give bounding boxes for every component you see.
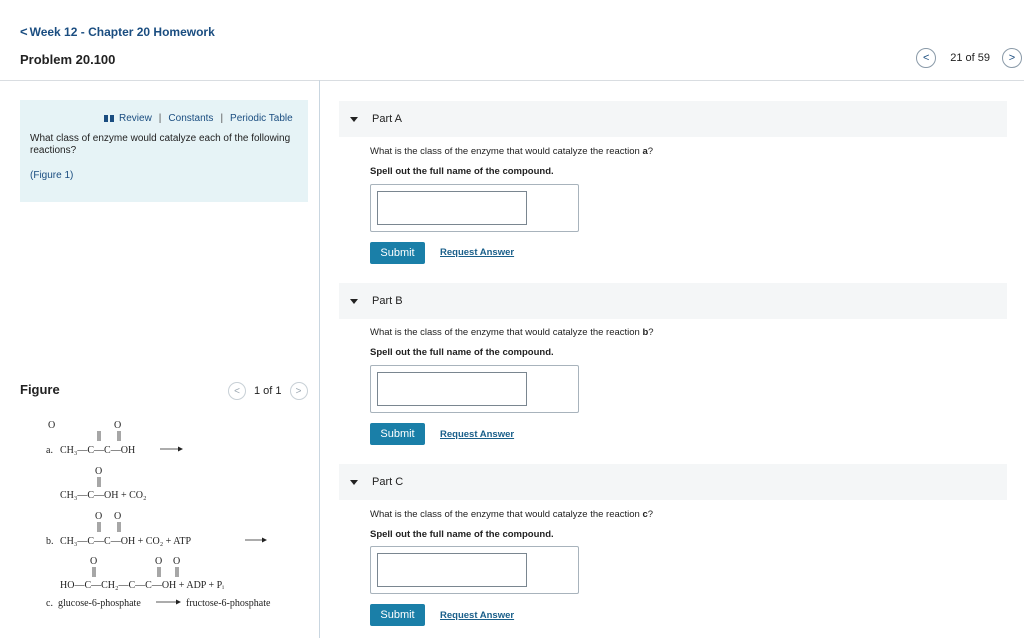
part-label: Part C [372,476,404,488]
resource-links: Review | Constants | Periodic Table [104,113,293,124]
review-link[interactable]: Review [119,113,152,124]
figure-pager: < 1 of 1 > [228,382,308,400]
carbonyl-oxygen: O [114,420,121,431]
part-c-answer-area [370,546,579,594]
figure-title: Figure [20,382,60,397]
chevron-left-icon: < [234,385,240,397]
problem-pager: < 21 of 59 > [916,48,1022,68]
part-a-answer-input[interactable] [377,191,527,225]
reaction-b-reactant: CH₃—C—C—OH + CO₂ + ATP [60,536,191,547]
part-b-instruction: Spell out the full name of the compound. [370,347,554,358]
next-figure-button[interactable]: > [289,382,308,400]
reaction-a-product: CH₃—C—OH + CO₂ [60,490,147,501]
part-b-question: What is the class of the enzyme that wou… [370,327,654,338]
header-divider [0,80,1024,81]
part-a-header[interactable]: Part A [339,101,1007,137]
part-c-question: What is the class of the enzyme that wou… [370,509,654,520]
part-a-question: What is the class of the enzyme that wou… [370,146,654,157]
constants-link[interactable]: Constants [168,113,213,124]
link-separator: | [158,113,162,124]
part-label: Part A [372,113,402,125]
part-b-answer-input[interactable] [377,372,527,406]
previous-problem-button[interactable]: < [916,48,937,68]
carbonyl-oxygen: O [114,511,121,522]
chevron-left-icon: < [20,24,28,39]
chevron-right-icon: > [295,385,302,397]
reaction-c-reactant: glucose-6-phosphate [58,598,141,609]
periodic-table-link[interactable]: Periodic Table [230,113,293,124]
link-separator: | [220,113,224,124]
carbonyl-oxygen: O [95,466,102,477]
reaction-a-label: a. [46,445,53,456]
reaction-c-product: fructose-6-phosphate [186,598,271,609]
part-c-request-answer-link[interactable]: Request Answer [440,610,514,621]
reaction-figure: O O a. CH₃—C—C—OH O CH₃—C—OH + CO₂ O O b… [46,420,271,609]
carbonyl-oxygen: O [90,556,97,567]
back-link-label: Week 12 - Chapter 20 Homework [29,24,215,39]
part-b-submit-button[interactable]: Submit [370,423,425,445]
intro-panel: Review | Constants | Periodic Table What… [20,100,308,202]
next-problem-button[interactable]: > [1002,48,1022,68]
part-b-request-answer-link[interactable]: Request Answer [440,429,514,440]
chevron-right-icon: > [1008,52,1016,64]
problem-prompt: What class of enzyme would catalyze each… [30,133,291,156]
part-a-submit-button[interactable]: Submit [370,242,425,264]
part-label: Part B [372,295,403,307]
caret-down-icon [350,298,358,304]
book-icon [104,115,114,122]
part-c-submit-button[interactable]: Submit [370,604,425,626]
part-b-header[interactable]: Part B [339,283,1007,319]
part-a-instruction: Spell out the full name of the compound. [370,166,554,177]
carbonyl-oxygen: O [173,556,180,567]
part-c-instruction: Spell out the full name of the compound. [370,529,554,540]
part-a-request-answer-link[interactable]: Request Answer [440,247,514,258]
previous-figure-button[interactable]: < [228,382,246,400]
part-a-answer-area [370,184,579,232]
reaction-b-product: HO—C—CH₂—C—C—OH + ADP + Pᵢ [60,580,224,591]
column-divider [319,80,320,638]
caret-down-icon [350,116,358,122]
back-to-assignment-link[interactable]: < Week 12 - Chapter 20 Homework [20,24,215,39]
problem-title: Problem 20.100 [20,52,116,67]
reaction-a-reactant: CH₃—C—C—OH [60,445,135,456]
carbonyl-oxygen: O [48,420,55,431]
reaction-b-label: b. [46,536,54,547]
caret-down-icon [350,479,358,485]
part-b-answer-area [370,365,579,413]
chevron-left-icon: < [923,52,930,64]
carbonyl-oxygen: O [155,556,162,567]
carbonyl-oxygen: O [95,511,102,522]
problem-count: 21 of 59 [950,52,990,64]
reaction-c-label: c. [46,598,53,609]
part-c-header[interactable]: Part C [339,464,1007,500]
figure-count: 1 of 1 [254,385,282,397]
figure-1-link[interactable]: (Figure 1) [30,170,73,181]
part-c-answer-input[interactable] [377,553,527,587]
